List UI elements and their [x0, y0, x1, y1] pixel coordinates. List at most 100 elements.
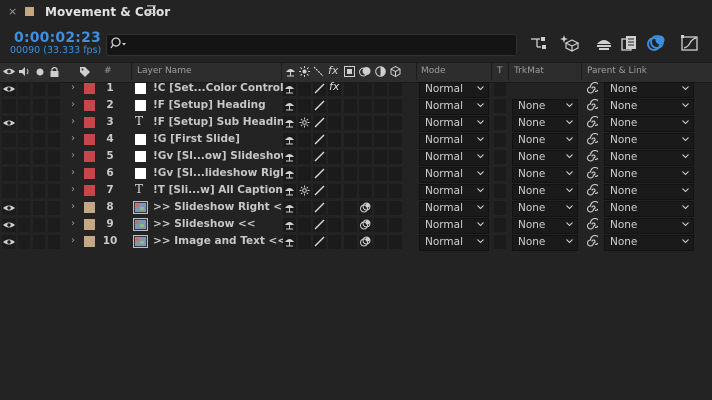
blend-mode-select[interactable]: Normal	[419, 116, 489, 132]
lock-toggle[interactable]	[48, 218, 60, 232]
layer-switch-cell[interactable]	[298, 235, 311, 249]
layer-switch-cell[interactable]	[389, 218, 402, 232]
layer-switch-cell[interactable]	[374, 235, 387, 249]
quality-switch-icon[interactable]	[314, 134, 325, 145]
parent-select[interactable]: None	[604, 99, 694, 115]
layer-name[interactable]: !F [Setup] Sub Heading	[153, 116, 292, 128]
lock-toggle[interactable]	[48, 116, 60, 130]
blend-mode-select[interactable]: Normal	[419, 201, 489, 217]
layer-switch-cell[interactable]	[298, 201, 311, 215]
audio-toggle[interactable]	[18, 167, 30, 181]
label-color-swatch[interactable]	[84, 219, 95, 230]
video-visibility-toggle[interactable]	[2, 82, 16, 96]
layer-switch-cell[interactable]	[374, 133, 387, 147]
layer-switch-cell[interactable]	[374, 201, 387, 215]
preserve-transparency-toggle[interactable]	[494, 82, 506, 96]
layer-name[interactable]: !C [Set...Color Control	[153, 82, 284, 94]
solo-toggle[interactable]	[33, 133, 45, 147]
preserve-transparency-toggle[interactable]	[494, 201, 506, 215]
shy-switch-icon[interactable]	[284, 100, 295, 111]
shy-switch-icon[interactable]	[284, 117, 295, 128]
layer-switch-cell[interactable]	[328, 116, 341, 130]
motion-blur-switch-icon[interactable]	[360, 202, 371, 213]
layer-switch-cell[interactable]	[359, 167, 372, 181]
layer-switch-cell[interactable]	[359, 133, 372, 147]
pick-whip-icon[interactable]	[586, 201, 598, 214]
pick-whip-icon[interactable]	[586, 150, 598, 163]
close-icon[interactable]: ×	[8, 5, 17, 18]
parent-select[interactable]: None	[604, 201, 694, 217]
layer-switch-cell[interactable]	[374, 99, 387, 113]
comp-flowchart-icon[interactable]	[528, 34, 548, 52]
pick-whip-icon[interactable]	[586, 167, 598, 180]
layer-switch-cell[interactable]	[389, 150, 402, 164]
lock-toggle[interactable]	[48, 150, 60, 164]
video-visibility-toggle[interactable]	[2, 218, 16, 232]
twirl-arrow-icon[interactable]: ›	[71, 167, 75, 178]
pick-whip-icon[interactable]	[586, 133, 598, 146]
preserve-transparency-toggle[interactable]	[494, 116, 506, 130]
continuous-rasterize-icon[interactable]	[299, 185, 310, 196]
shy-layers-icon[interactable]	[594, 34, 614, 52]
blend-mode-select[interactable]: Normal	[419, 133, 489, 149]
layer-switch-cell[interactable]	[298, 150, 311, 164]
twirl-arrow-icon[interactable]: ›	[71, 99, 75, 110]
solo-toggle[interactable]	[33, 167, 45, 181]
audio-toggle[interactable]	[18, 235, 30, 249]
preserve-transparency-toggle[interactable]	[494, 99, 506, 113]
lock-toggle[interactable]	[48, 184, 60, 198]
layer-switch-cell[interactable]	[328, 184, 341, 198]
audio-toggle[interactable]	[18, 150, 30, 164]
lock-toggle[interactable]	[48, 82, 60, 96]
parent-select[interactable]: None	[604, 82, 694, 98]
layer-row[interactable]: › 4 !G [First Slide] Normal None None	[0, 132, 712, 149]
pick-whip-icon[interactable]	[586, 235, 598, 248]
layer-switch-cell[interactable]	[389, 82, 402, 96]
layer-switch-cell[interactable]	[359, 184, 372, 198]
label-color-swatch[interactable]	[84, 202, 95, 213]
solo-toggle[interactable]	[33, 99, 45, 113]
layer-switch-cell[interactable]	[359, 116, 372, 130]
layer-switch-cell[interactable]	[389, 167, 402, 181]
shy-switch-icon[interactable]	[284, 236, 295, 247]
header-trkmat[interactable]: TrkMat	[514, 66, 544, 76]
layer-row[interactable]: › 5 !Gv [Sl...ow] Slideshow Normal None None	[0, 149, 712, 166]
track-matte-select[interactable]: None	[512, 201, 578, 217]
blend-mode-select[interactable]: Normal	[419, 235, 489, 251]
layer-name[interactable]: >> Image and Text <<	[153, 235, 286, 247]
label-color-swatch[interactable]	[84, 185, 95, 196]
layer-switch-cell[interactable]	[328, 201, 341, 215]
twirl-arrow-icon[interactable]: ›	[71, 133, 75, 144]
quality-switch-icon[interactable]	[314, 219, 325, 230]
shy-switch-icon[interactable]	[284, 134, 295, 145]
quality-switch-icon[interactable]	[314, 236, 325, 247]
quality-switch-icon[interactable]	[314, 83, 325, 94]
layer-row[interactable]: › 3 T !F [Setup] Sub Heading Normal None None	[0, 114, 712, 132]
pick-whip-icon[interactable]	[586, 99, 598, 112]
parent-select[interactable]: None	[604, 167, 694, 183]
audio-toggle[interactable]	[18, 116, 30, 130]
audio-toggle[interactable]	[18, 133, 30, 147]
layer-switch-cell[interactable]	[344, 116, 357, 130]
preserve-transparency-toggle[interactable]	[494, 235, 506, 249]
layer-switch-cell[interactable]	[374, 82, 387, 96]
preserve-transparency-toggle[interactable]	[494, 167, 506, 181]
track-matte-select[interactable]: None	[512, 133, 578, 149]
layer-switch-cell[interactable]	[389, 184, 402, 198]
solo-toggle[interactable]	[33, 150, 45, 164]
twirl-arrow-icon[interactable]: ›	[71, 218, 75, 229]
video-visibility-toggle[interactable]	[2, 150, 16, 164]
pick-whip-icon[interactable]	[586, 218, 598, 231]
header-parent-link[interactable]: Parent & Link	[587, 66, 647, 76]
video-visibility-toggle[interactable]	[2, 201, 16, 215]
effects-switch-icon[interactable]: fx	[329, 80, 339, 93]
parent-select[interactable]: None	[604, 235, 694, 251]
header-layer-name[interactable]: Layer Name	[137, 66, 192, 76]
solo-toggle[interactable]	[33, 201, 45, 215]
quality-switch-icon[interactable]	[314, 185, 325, 196]
search-icon[interactable]	[110, 36, 128, 50]
layer-row[interactable]: › 8 >> Slideshow Right << Normal None None	[0, 200, 712, 217]
layer-switch-cell[interactable]	[389, 133, 402, 147]
layer-switch-cell[interactable]	[374, 116, 387, 130]
layer-switch-cell[interactable]	[374, 184, 387, 198]
